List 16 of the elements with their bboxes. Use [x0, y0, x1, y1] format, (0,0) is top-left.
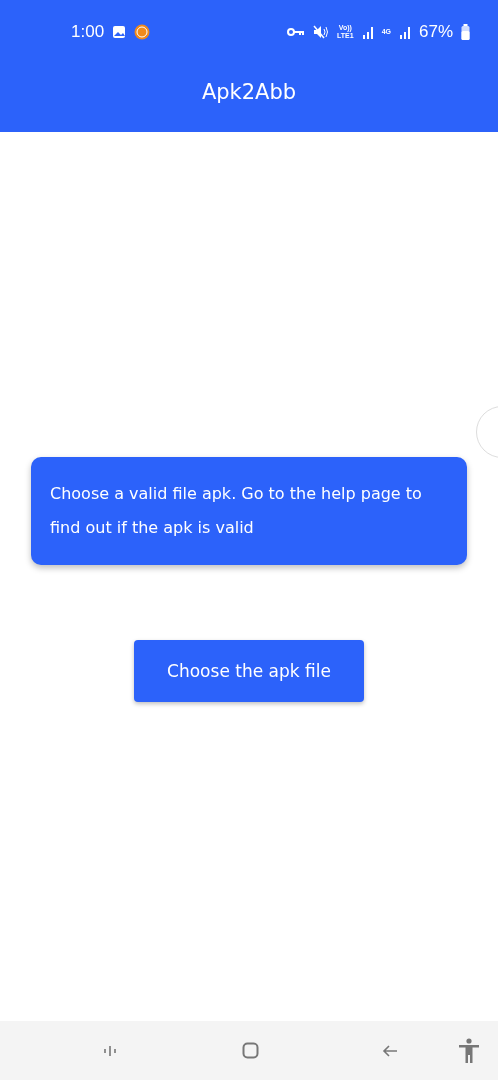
notification-badge-icon: [134, 24, 151, 40]
muted-speaker-icon: [313, 25, 329, 39]
message-text: Choose a valid file apk. Go to the help page to find out if the apk is valid: [50, 483, 423, 539]
status-time: 1:00: [71, 22, 105, 42]
recent-apps-icon[interactable]: [103, 1043, 117, 1058]
battery-icon: [461, 24, 470, 40]
accessibility-icon[interactable]: [458, 1037, 480, 1064]
app-title: Apk2Abb: [201, 80, 297, 104]
key-icon: [287, 27, 305, 37]
signal-icon: [398, 25, 411, 39]
choose-file-button[interactable]: Choose the apk file: [134, 640, 364, 702]
signal-icon: [361, 25, 374, 39]
back-icon[interactable]: [382, 1043, 398, 1058]
home-icon[interactable]: [242, 1042, 259, 1059]
image-icon: [112, 25, 127, 39]
battery-percentage: 67%: [418, 22, 453, 42]
